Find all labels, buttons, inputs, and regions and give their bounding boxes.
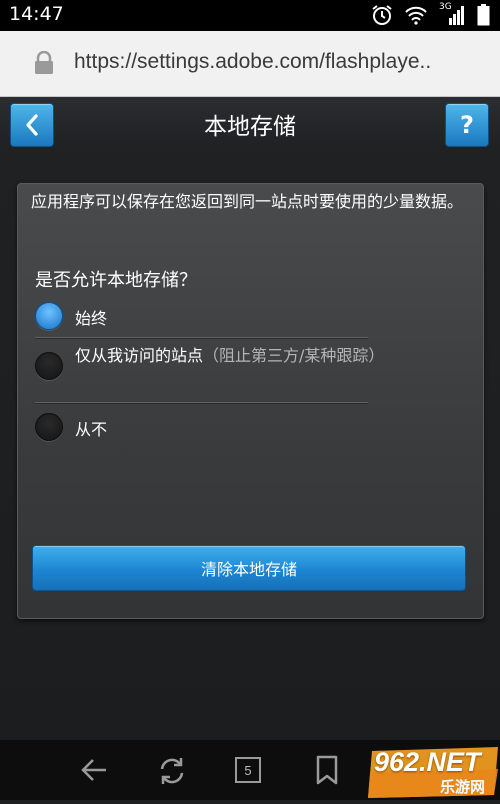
signal-icon: 3G bbox=[439, 2, 465, 26]
radio-always[interactable] bbox=[35, 302, 63, 330]
watermark-sub: 乐游网 bbox=[440, 778, 486, 796]
option-visited-sites-note: （阻止第三方/某种跟踪） bbox=[203, 346, 385, 365]
refresh-icon[interactable] bbox=[156, 755, 188, 787]
help-button[interactable]: ? bbox=[445, 103, 489, 147]
option-visited-sites[interactable]: 仅从我访问的站点（阻止第三方/某种跟踪） bbox=[35, 339, 384, 380]
local-storage-panel: 应用程序可以保存在您返回到同一站点时要使用的少量数据。 是否允许本地存储？ 始终… bbox=[17, 183, 484, 619]
page-title: 本地存储 bbox=[204, 114, 296, 140]
option-divider bbox=[35, 337, 368, 338]
option-always-label: 始终 bbox=[75, 309, 108, 328]
lock-icon bbox=[35, 51, 53, 74]
storage-description: 应用程序可以保存在您返回到同一站点时要使用的少量数据。 bbox=[31, 192, 464, 211]
tab-count-button[interactable]: 5 bbox=[235, 757, 261, 783]
radio-never[interactable] bbox=[35, 413, 63, 441]
status-icons: 3G bbox=[371, 2, 490, 26]
option-visited-sites-label: 仅从我访问的站点（阻止第三方/某种跟踪） bbox=[75, 342, 384, 366]
storage-question: 是否允许本地存储？ bbox=[35, 270, 197, 291]
option-never-label: 从不 bbox=[75, 420, 108, 439]
url-text[interactable]: https://settings.adobe.com/flashplaye.. bbox=[74, 50, 484, 74]
wifi-icon bbox=[405, 6, 427, 25]
option-divider bbox=[35, 402, 368, 403]
radio-visited-sites[interactable] bbox=[35, 352, 63, 380]
alarm-icon bbox=[372, 5, 392, 25]
option-always[interactable]: 始终 bbox=[35, 302, 107, 330]
status-time: 14:47 bbox=[9, 3, 64, 25]
option-visited-sites-text: 仅从我访问的站点 bbox=[75, 346, 204, 365]
option-never[interactable]: 从不 bbox=[35, 413, 107, 441]
page-content: 本地存储 ? 应用程序可以保存在您返回到同一站点时要使用的少量数据。 是否允许本… bbox=[0, 97, 500, 740]
url-bar[interactable]: https://settings.adobe.com/flashplaye.. bbox=[0, 31, 500, 97]
clear-local-storage-button[interactable]: 清除本地存储 bbox=[32, 545, 466, 591]
bookmark-icon[interactable] bbox=[315, 755, 339, 785]
battery-icon bbox=[477, 4, 490, 26]
status-bar: 14:47 3G bbox=[0, 0, 500, 31]
watermark-brand: 962.NET bbox=[374, 747, 481, 777]
back-arrow-icon[interactable] bbox=[79, 755, 109, 785]
watermark-logo: 962.NET 乐游网 bbox=[366, 743, 500, 800]
